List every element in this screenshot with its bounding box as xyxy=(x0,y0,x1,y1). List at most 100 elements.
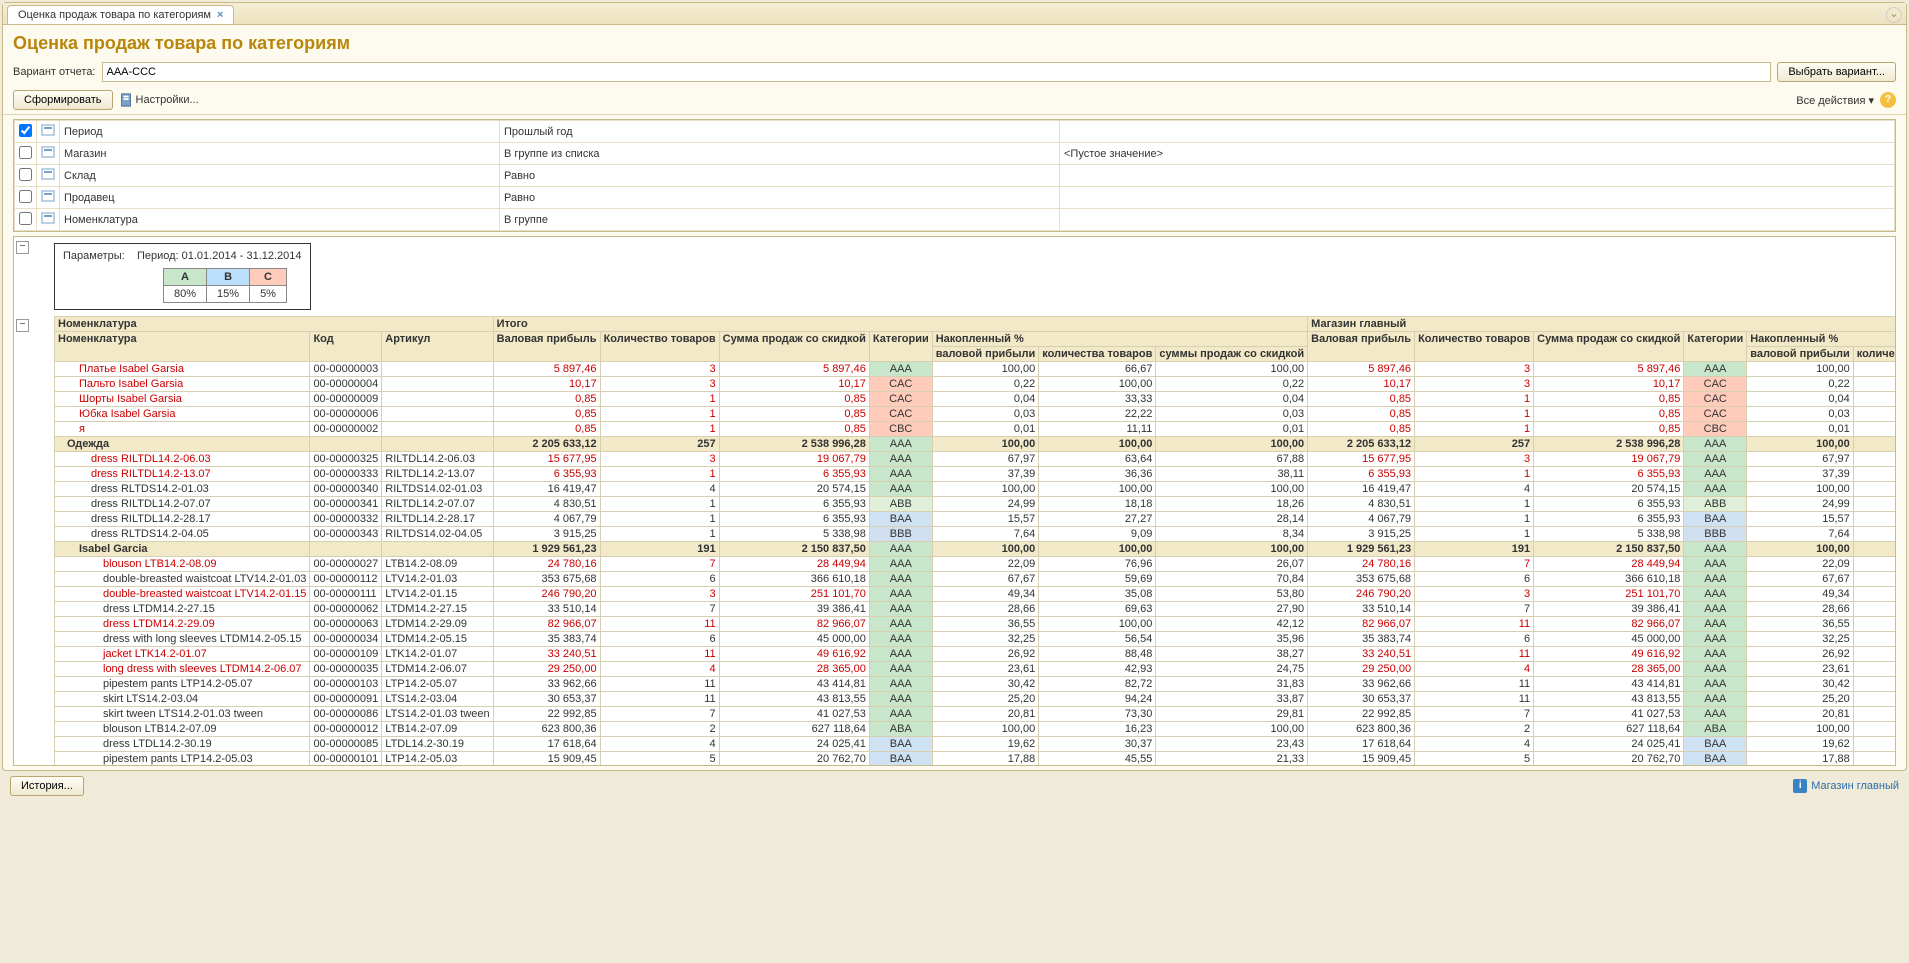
filter-value[interactable] xyxy=(1060,209,1895,231)
tree-collapse-icon[interactable]: − xyxy=(16,319,29,332)
filter-checkbox[interactable] xyxy=(19,146,32,159)
table-row[interactable]: skirt tween LTS14.2-01.03 tween00-000000… xyxy=(55,707,1897,722)
cell-p2: 33,33 xyxy=(1039,392,1156,407)
variant-input[interactable] xyxy=(102,62,1772,82)
filter-value[interactable] xyxy=(1060,187,1895,209)
filters-panel: ПериодПрошлый годМагазинВ группе из спис… xyxy=(13,119,1896,232)
cell-sum2: 0,85 xyxy=(1534,392,1684,407)
filter-value[interactable] xyxy=(1060,165,1895,187)
table-row[interactable]: Юбка Isabel Garsia00-000000060,8510,85CA… xyxy=(55,407,1897,422)
history-button[interactable]: История... xyxy=(10,776,84,796)
cell-p3: 29,81 xyxy=(1156,707,1308,722)
cell-p2b: 9,09 xyxy=(1853,527,1896,542)
filter-value[interactable]: <Пустое значение> xyxy=(1060,143,1895,165)
table-row[interactable]: я00-000000020,8510,85CBC0,0111,110,010,8… xyxy=(55,422,1897,437)
cell-p1b: 49,34 xyxy=(1747,587,1854,602)
table-row[interactable]: Платье Isabel Garsia00-000000035 897,463… xyxy=(55,362,1897,377)
cell-gp2: 3 915,25 xyxy=(1308,527,1415,542)
table-row[interactable]: pipestem pants LTP14.2-05.0300-00000101L… xyxy=(55,752,1897,767)
cell-code: 00-00000112 xyxy=(310,572,382,587)
cell-gp: 353 675,68 xyxy=(493,572,600,587)
cell-code: 00-00000035 xyxy=(310,662,382,677)
table-row[interactable]: blouson LTB14.2-08.0900-00000027LTB14.2-… xyxy=(55,557,1897,572)
filter-condition[interactable]: Равно xyxy=(500,165,1060,187)
filter-checkbox[interactable] xyxy=(19,168,32,181)
cell-sum2: 6 355,93 xyxy=(1534,497,1684,512)
tree-collapse-icon[interactable]: − xyxy=(16,241,29,254)
filter-checkbox[interactable] xyxy=(19,212,32,225)
filter-condition[interactable]: В группе из списка xyxy=(500,143,1060,165)
cell-gp: 33 962,66 xyxy=(493,677,600,692)
table-row[interactable]: dress RILTDL14.2-28.1700-00000332RILTDL1… xyxy=(55,512,1897,527)
chevron-down-icon[interactable]: ⌄ xyxy=(1886,7,1902,23)
cell-article: LTS14.2-01.03 tween xyxy=(382,707,493,722)
close-icon[interactable]: × xyxy=(217,9,223,21)
hdr-acc2b: количества товаров xyxy=(1853,347,1896,362)
cell-qty2: 11 xyxy=(1415,677,1534,692)
table-row[interactable]: dress RILTDL14.2-07.0700-00000341RILTDL1… xyxy=(55,497,1897,512)
cell-sum2: 43 813,55 xyxy=(1534,692,1684,707)
cell-p3: 38,11 xyxy=(1156,467,1308,482)
table-row[interactable]: dress RILTDL14.2-06.0300-00000325RILTDL1… xyxy=(55,452,1897,467)
filter-checkbox[interactable] xyxy=(19,190,32,203)
cell-cat2: AAA xyxy=(1684,542,1747,557)
table-row[interactable]: double-breasted waistcoat LTV14.2-01.030… xyxy=(55,572,1897,587)
table-row[interactable]: double-breasted waistcoat LTV14.2-01.150… xyxy=(55,587,1897,602)
generate-button[interactable]: Сформировать xyxy=(13,90,113,110)
cell-code: 00-00000003 xyxy=(310,362,382,377)
table-row[interactable]: dress LTDM14.2-27.1500-00000062LTDM14.2-… xyxy=(55,602,1897,617)
hdr-gp2: Валовая прибыль xyxy=(1308,332,1415,362)
table-row[interactable]: blouson LTB14.2-07.0900-00000012LTB14.2-… xyxy=(55,722,1897,737)
table-row[interactable]: Isabel Garcia1 929 561,231912 150 837,50… xyxy=(55,542,1897,557)
table-row[interactable]: Шорты Isabel Garsia00-000000090,8510,85C… xyxy=(55,392,1897,407)
cell-name: dress LTDM14.2-29.09 xyxy=(55,617,310,632)
tab-active[interactable]: Оценка продаж товара по категориям × xyxy=(7,5,234,24)
cell-name: double-breasted waistcoat LTV14.2-01.03 xyxy=(55,572,310,587)
cell-name: dress RILTDL14.2-06.03 xyxy=(55,452,310,467)
table-row[interactable]: dress LTDL14.2-30.1900-00000085LTDL14.2-… xyxy=(55,737,1897,752)
table-row[interactable]: dress with long sleeves LTDM14.2-05.1500… xyxy=(55,632,1897,647)
cell-p2b: 69,63 xyxy=(1853,602,1896,617)
table-row[interactable]: dress RILTDL14.2-13.0700-00000333RILTDL1… xyxy=(55,467,1897,482)
cell-p2: 22,22 xyxy=(1039,407,1156,422)
cell-gp: 0,85 xyxy=(493,392,600,407)
all-actions-link[interactable]: Все действия ▾ xyxy=(1796,94,1874,107)
cell-p3: 100,00 xyxy=(1156,362,1308,377)
cell-p2b: 100,00 xyxy=(1853,437,1896,452)
cell-cat: ABA xyxy=(869,722,932,737)
cell-cat2: AAA xyxy=(1684,467,1747,482)
table-row[interactable]: jacket LTK14.2-01.0700-00000109LTK14.2-0… xyxy=(55,647,1897,662)
cell-name: dress RILTDL14.2-13.07 xyxy=(55,467,310,482)
table-row[interactable]: Пальто Isabel Garsia00-0000000410,17310,… xyxy=(55,377,1897,392)
cell-sum2: 28 365,00 xyxy=(1534,662,1684,677)
cell-p2: 100,00 xyxy=(1039,437,1156,452)
table-row[interactable]: Одежда2 205 633,122572 538 996,28AAA100,… xyxy=(55,437,1897,452)
cell-code: 00-00000009 xyxy=(310,392,382,407)
cell-sum: 251 101,70 xyxy=(719,587,869,602)
settings-link[interactable]: Настройки... xyxy=(119,93,199,107)
report-area[interactable]: − − Параметры: Период: 01.01.2014 - 31.1… xyxy=(13,236,1896,766)
cell-p2: 45,55 xyxy=(1039,752,1156,767)
cell-sum2: 627 118,64 xyxy=(1534,722,1684,737)
filter-row: ПериодПрошлый год xyxy=(15,121,1895,143)
table-row[interactable]: dress RLTDS14.2-04.0500-00000343RILTDS14… xyxy=(55,527,1897,542)
filter-value[interactable] xyxy=(1060,121,1895,143)
filter-condition[interactable]: В группе xyxy=(500,209,1060,231)
filter-checkbox[interactable] xyxy=(19,124,32,137)
cell-p1b: 67,67 xyxy=(1747,572,1854,587)
table-row[interactable]: long dress with sleeves LTDM14.2-06.0700… xyxy=(55,662,1897,677)
table-row[interactable]: pipestem pants LTP14.2-05.0700-00000103L… xyxy=(55,677,1897,692)
help-icon[interactable]: ? xyxy=(1880,92,1896,108)
statusbar: История... i Магазин главный xyxy=(0,773,1909,799)
table-row[interactable]: skirt LTS14.2-03.0400-00000091LTS14.2-03… xyxy=(55,692,1897,707)
hdr-acc1: валовой прибыли xyxy=(932,347,1039,362)
table-row[interactable]: dress RLTDS14.2-01.0300-00000340RILTDS14… xyxy=(55,482,1897,497)
cell-qty: 11 xyxy=(600,692,719,707)
cell-p1: 23,61 xyxy=(932,662,1039,677)
cell-code: 00-00000332 xyxy=(310,512,382,527)
filter-condition[interactable]: Прошлый год xyxy=(500,121,1060,143)
choose-variant-button[interactable]: Выбрать вариант... xyxy=(1777,62,1896,82)
cell-name: Пальто Isabel Garsia xyxy=(55,377,310,392)
filter-condition[interactable]: Равно xyxy=(500,187,1060,209)
table-row[interactable]: dress LTDM14.2-29.0900-00000063LTDM14.2-… xyxy=(55,617,1897,632)
